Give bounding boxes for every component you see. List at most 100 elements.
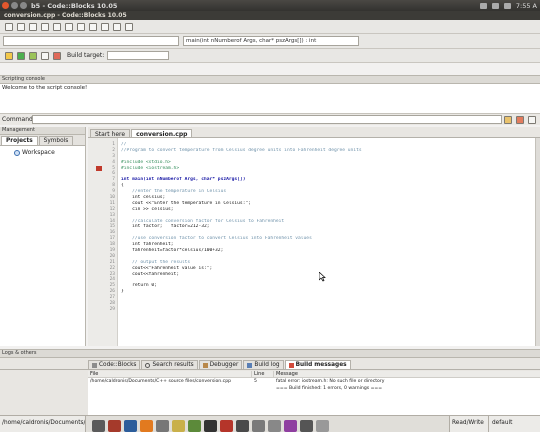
status-mode: Read/Write (449, 416, 488, 432)
status-path: /home/caldronis/Documents/C (0, 416, 86, 432)
app-icon[interactable] (108, 420, 121, 432)
clock[interactable]: 7:55 A (516, 2, 537, 10)
new-file-icon[interactable] (5, 22, 13, 31)
clear-icon[interactable] (516, 115, 524, 124)
command-row: Command: (0, 113, 540, 125)
copy-icon[interactable] (89, 22, 97, 31)
app-icon[interactable] (188, 420, 201, 432)
row-message: === Build finished: 1 errors, 0 warnings… (276, 386, 383, 391)
scripting-console-title: Scripting console (0, 76, 540, 84)
command-input[interactable] (32, 115, 502, 124)
tab-debugger[interactable]: Debugger (198, 360, 243, 369)
save-all-icon[interactable] (41, 22, 49, 31)
firefox-icon[interactable] (140, 420, 153, 432)
build-target-label: Build target: (67, 52, 105, 59)
volume-icon[interactable] (503, 2, 511, 9)
scripting-console: Scripting console Welcome to the script … (0, 75, 540, 113)
table-row[interactable]: /home/caldronis/Documents/C++ source fil… (88, 378, 540, 385)
logs-panel: Logs & others Code::Blocks Search result… (0, 349, 540, 416)
undo-icon[interactable] (53, 22, 61, 31)
load-script-icon[interactable] (504, 115, 512, 124)
redo-icon[interactable] (65, 22, 73, 31)
cut-icon[interactable] (77, 22, 85, 31)
run-icon[interactable] (17, 51, 25, 60)
close-window-icon[interactable] (2, 2, 9, 9)
debugger-icon (202, 362, 208, 368)
build-target-combo[interactable] (107, 51, 170, 60)
code-completion-toolbar: main(int nNumberof Args, char* pszArgs[]… (0, 34, 540, 49)
mail-icon[interactable] (491, 2, 499, 9)
rebuild-icon[interactable] (41, 51, 49, 60)
tab-symbols[interactable]: Symbols (38, 136, 74, 145)
app-icon[interactable] (124, 420, 137, 432)
editor-area: Start here conversion.cpp 1 2 3 4 5 6 7 8 9 10 11 1… (88, 127, 540, 346)
app-icon[interactable] (204, 420, 217, 432)
logs-tabs: Code::Blocks Search results Debugger Bui… (0, 358, 540, 370)
row-file: /home/caldronis/Documents/C++ source fil… (90, 379, 232, 384)
column-line[interactable]: Line (252, 371, 274, 377)
app-icon[interactable] (268, 420, 281, 432)
maximize-window-icon[interactable] (20, 2, 27, 9)
editor-tabs: Start here conversion.cpp (88, 127, 540, 138)
find-icon[interactable] (113, 22, 121, 31)
save-icon[interactable] (29, 22, 37, 31)
tab-codeblocks-log[interactable]: Code::Blocks (88, 360, 141, 369)
row-message: fatal error: iostream.h: No such file or… (276, 379, 385, 384)
workspace-node[interactable]: Workspace (0, 146, 85, 156)
build-and-run-icon[interactable] (29, 51, 37, 60)
open-file-icon[interactable] (17, 22, 25, 31)
row-line (252, 385, 274, 392)
code-line[interactable] (121, 307, 535, 313)
app-icon[interactable] (252, 420, 265, 432)
replace-icon[interactable] (125, 22, 133, 31)
tab-search-results[interactable]: Search results (141, 360, 198, 369)
tab-projects[interactable]: Projects (1, 136, 38, 145)
top-panel: b5 - Code::Blocks 10.05 7:55 A (0, 0, 540, 11)
management-title: Management (0, 127, 85, 135)
console-message: Welcome to the script console! (2, 85, 88, 91)
tab-label: Build log (254, 362, 280, 368)
terminal-icon[interactable] (92, 420, 105, 432)
system-tray: 7:55 A (479, 0, 540, 11)
build-messages-icon (288, 362, 294, 368)
dock (92, 418, 329, 432)
tab-label: Build messages (295, 362, 347, 368)
code-text[interactable]: ////Program to convert temperature from … (118, 138, 535, 346)
tab-build-messages[interactable]: Build messages (284, 360, 351, 369)
extra-icon[interactable] (528, 115, 536, 124)
column-file[interactable]: File (88, 371, 252, 377)
tab-label: Search results (152, 362, 194, 368)
main-toolbar (0, 20, 540, 34)
paste-icon[interactable] (101, 22, 109, 31)
tab-build-log[interactable]: Build log (243, 360, 284, 369)
code-editor[interactable]: 1 2 3 4 5 6 7 8 9 10 11 12 13 14 15 16 17 18 19 20 21 22 23 24 2… (88, 138, 535, 346)
editor-scrollbar[interactable] (535, 138, 540, 346)
tab-start-here[interactable]: Start here (90, 129, 131, 138)
minimize-window-icon[interactable] (11, 2, 18, 9)
abort-icon[interactable] (53, 51, 61, 60)
build-toolbar: Build target: (0, 49, 540, 63)
command-label: Command: (2, 116, 35, 123)
app-icon[interactable] (284, 420, 297, 432)
scope-combo[interactable] (3, 36, 179, 46)
column-message[interactable]: Message (274, 371, 540, 377)
app-icon[interactable] (172, 420, 185, 432)
app-icon[interactable] (156, 420, 169, 432)
management-panel: Management Projects Symbols Workspace (0, 127, 86, 346)
network-icon[interactable] (479, 2, 487, 9)
app-icon[interactable] (300, 420, 313, 432)
workspace-label: Workspace (22, 149, 55, 156)
tab-conversion-cpp[interactable]: conversion.cpp (131, 129, 193, 138)
app-icon[interactable] (220, 420, 233, 432)
document-title: conversion.cpp - Code::Blocks 10.05 (4, 12, 127, 19)
trash-icon[interactable] (316, 420, 329, 432)
logs-title: Logs & others (0, 350, 540, 358)
mouse-pointer-icon (319, 272, 326, 282)
function-combo[interactable]: main(int nNumberof Args, char* pszArgs[]… (183, 36, 359, 46)
table-header: File Line Message (88, 371, 540, 378)
line-number: 29 (109, 306, 115, 312)
function-combo-value: main(int nNumberof Args, char* pszArgs[]… (186, 38, 317, 44)
table-row[interactable]: === Build finished: 1 errors, 0 warnings… (88, 385, 540, 392)
app-icon[interactable] (236, 420, 249, 432)
build-icon[interactable] (5, 51, 13, 60)
